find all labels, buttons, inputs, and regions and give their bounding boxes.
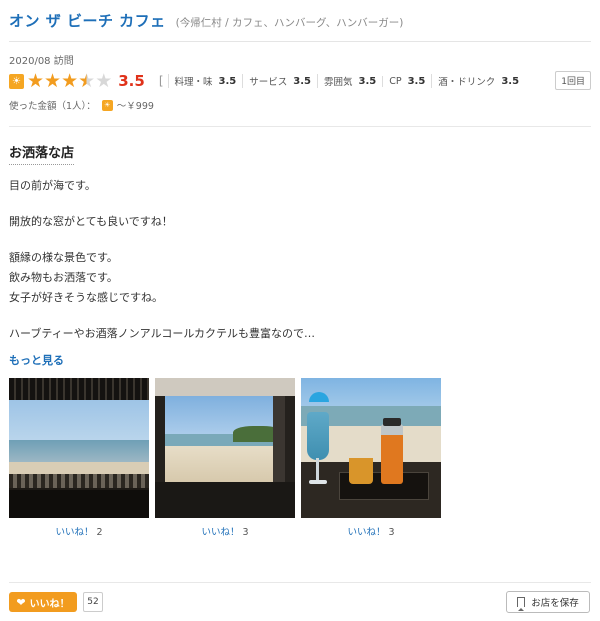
empty-star-icon: ★ <box>95 69 113 92</box>
bookmark-icon <box>517 597 526 611</box>
sub-score-label: サービス <box>249 77 288 88</box>
photo-like-count: 3 <box>242 527 249 538</box>
rating-row: ☀ ★ ★ ★ ★ ★ 3.5 [ 料理・味 3.5 サービス 3.5 雰囲気 … <box>9 70 591 92</box>
dinner-icon: ☀ <box>9 73 24 89</box>
photo-like[interactable]: いいね！ 2 <box>9 524 149 538</box>
sub-score-food: 料理・味 3.5 <box>167 74 243 88</box>
review-line: 額縁の様な景色です。 <box>9 251 118 264</box>
review-line: ハーブティーやお酒落ノンアルコールカクテルも豊富なので… <box>9 327 316 340</box>
photo-item: いいね！ 2 <box>9 378 149 538</box>
review-line: 目の前が海です。 <box>9 179 96 192</box>
photo-like-count: 3 <box>388 527 395 538</box>
shop-category: (今帰仁村 / カフェ、ハンバーグ、ハンバーガー) <box>175 17 404 29</box>
like-button-label: いいね！ <box>29 598 70 610</box>
photo-like-label: いいね！ <box>347 527 386 538</box>
sub-score-value: 3.5 <box>501 75 520 87</box>
photo-thumbnail[interactable] <box>9 378 149 518</box>
divider <box>9 126 591 127</box>
sub-score-value: 3.5 <box>293 75 311 87</box>
bracket: [ <box>158 74 164 88</box>
photo-item: いいね！ 3 <box>301 378 441 538</box>
sub-score-cp: CP 3.5 <box>382 75 431 87</box>
sub-scores: [ 料理・味 3.5 サービス 3.5 雰囲気 3.5 CP 3.5 酒・ドリン… <box>159 74 525 88</box>
photo-like[interactable]: いいね！ 3 <box>155 524 295 538</box>
like-button[interactable]: ❤ いいね！ <box>9 592 77 612</box>
dinner-icon: ☀ <box>101 99 113 111</box>
sub-score-service: サービス 3.5 <box>242 74 317 88</box>
save-shop-button[interactable]: お店を保存 <box>506 591 590 613</box>
photo-item: いいね！ 3 <box>155 378 295 538</box>
sub-score-atmosphere: 雰囲気 3.5 <box>316 74 382 88</box>
photo-gallery: いいね！ 2 いいね！ 3 いいね！ 3 <box>9 378 447 538</box>
star-icon: ★ <box>27 69 45 92</box>
half-star-icon: ★ <box>78 69 96 92</box>
visit-date: 2020/08 訪問 <box>9 56 74 67</box>
review-header: オン ザ ビーチ カフェ (今帰仁村 / カフェ、ハンバーグ、ハンバーガー) <box>9 10 591 42</box>
sub-score-label: 料理・味 <box>174 77 213 88</box>
star-icon: ★ <box>44 69 62 92</box>
star-icon: ★ <box>61 69 79 92</box>
photo-thumbnail[interactable] <box>155 378 295 518</box>
sub-score-value: 3.5 <box>407 75 426 87</box>
shop-name-link[interactable]: オン ザ ビーチ カフェ <box>9 10 166 31</box>
price-label: 使った金額（1人）： <box>9 101 96 112</box>
like-total-count: 52 <box>83 592 103 612</box>
sub-score-label: 雰囲気 <box>323 77 353 88</box>
review-line: 飲み物もお洒落です。 <box>9 271 118 284</box>
sub-score-value: 3.5 <box>218 75 237 87</box>
photo-thumbnail[interactable] <box>301 378 441 518</box>
star-rating: ★ ★ ★ ★ ★ <box>27 69 113 92</box>
save-shop-label: お店を保存 <box>531 598 579 609</box>
rating-score: 3.5 <box>118 72 145 90</box>
sub-score-label: CP <box>389 75 402 87</box>
sub-score-drink: 酒・ドリンク 3.5 <box>431 74 525 88</box>
review-line: 女子が好きそうな感じですね。 <box>9 291 163 304</box>
review-title: お洒落な店 <box>9 142 75 165</box>
heart-icon: ❤ <box>16 595 26 609</box>
divider <box>9 582 591 583</box>
price-row: 使った金額（1人）： ☀ ～￥999 <box>9 98 154 112</box>
sub-score-value: 3.5 <box>358 75 377 87</box>
read-more-link[interactable]: もっと見る <box>9 352 64 368</box>
photo-like-label: いいね！ <box>201 527 240 538</box>
visit-count-badge: 1回目 <box>555 71 591 90</box>
review-body: 目の前が海です。 開放的な窓がとても良いですね！ 額縁の様な景色です。 飲み物も… <box>9 176 569 344</box>
photo-like-label: いいね！ <box>55 527 94 538</box>
sub-score-label: 酒・ドリンク <box>438 77 496 88</box>
photo-like[interactable]: いいね！ 3 <box>301 524 441 538</box>
review-line: 開放的な窓がとても良いですね！ <box>9 215 173 228</box>
photo-like-count: 2 <box>96 527 103 538</box>
price-value: ～￥999 <box>116 101 154 112</box>
